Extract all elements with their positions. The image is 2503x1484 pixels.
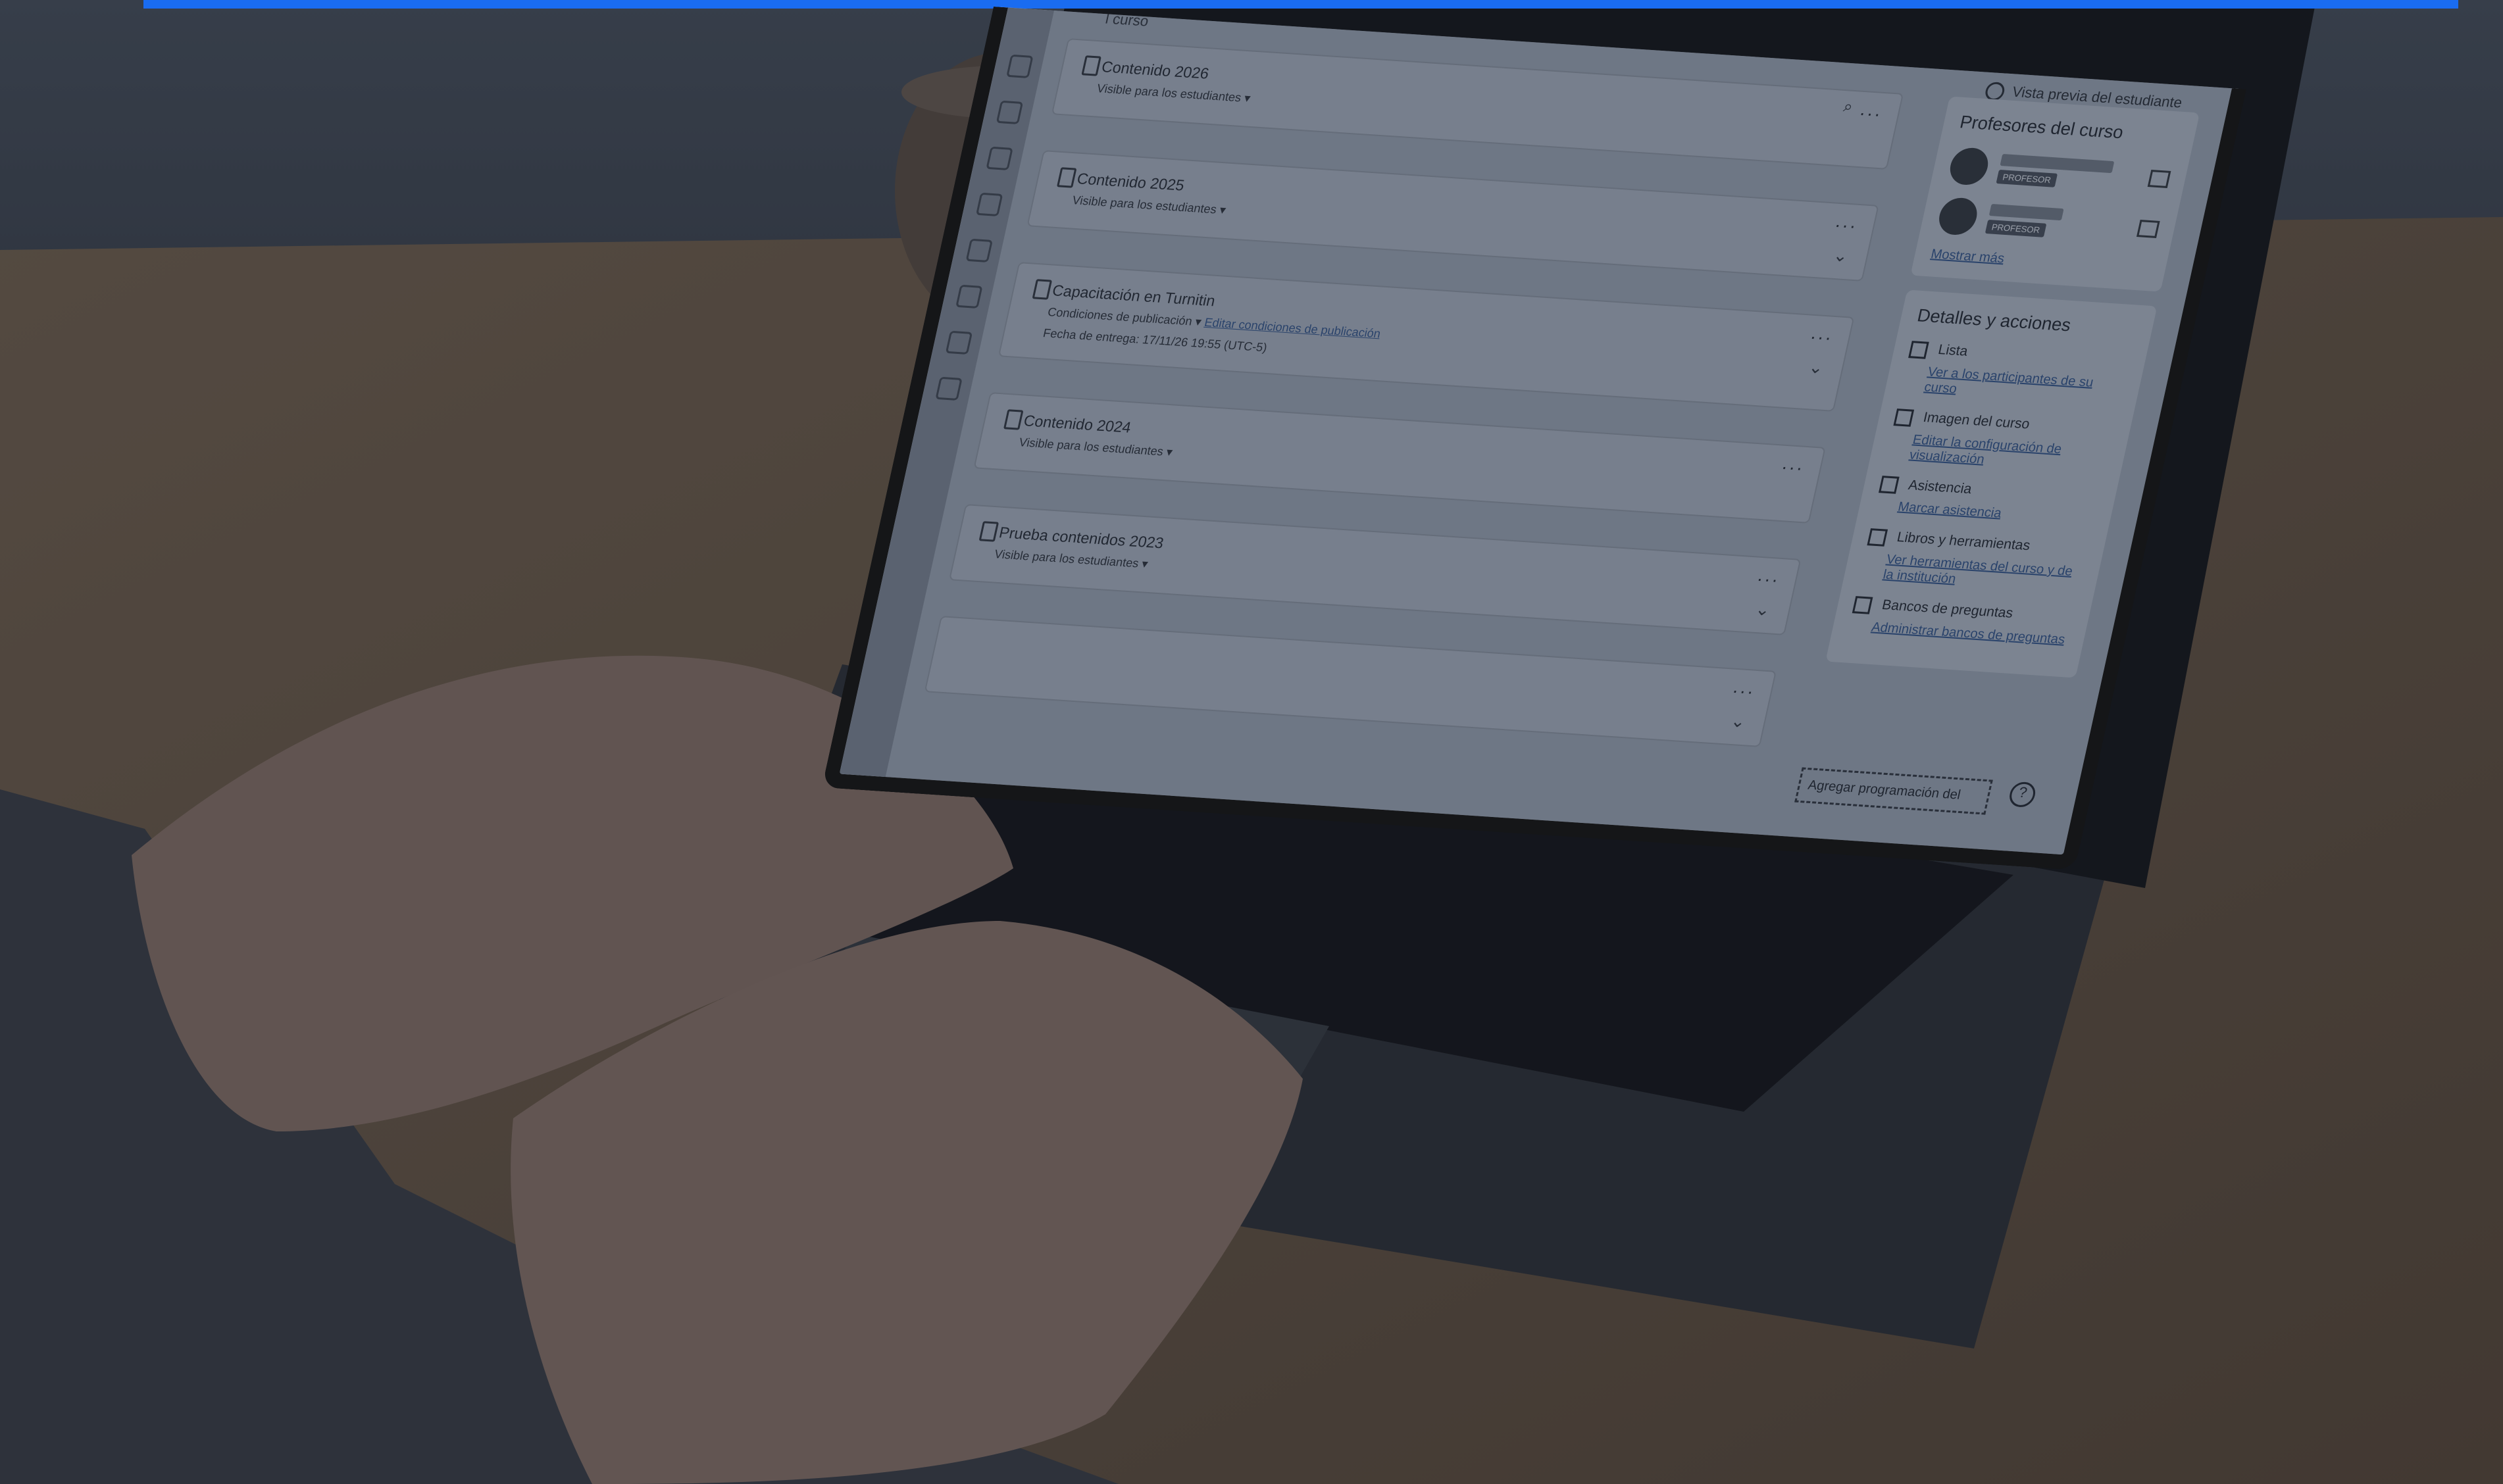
visibility-toggle[interactable]: Visible para los estudiantes ▾ xyxy=(1096,82,1252,105)
teacher-name-blurred xyxy=(1988,203,2064,220)
folder-icon xyxy=(978,521,999,542)
laptop-screen: l curso Vista previa del estudiante Cont… xyxy=(813,7,2336,918)
action-course-image: Imagen del curso Editar la configuración… xyxy=(1886,408,2116,476)
module-title[interactable]: Contenido 2026 xyxy=(1100,58,1211,83)
module-title[interactable]: Contenido 2024 xyxy=(1022,412,1132,437)
profile-icon[interactable] xyxy=(945,330,973,355)
teachers-card: Profesores del curso PROFESOR PROFESOR M… xyxy=(1910,96,2200,292)
help-icon[interactable]: ? xyxy=(2007,781,2038,808)
calendar-icon[interactable] xyxy=(986,146,1013,171)
action-label: Asistencia xyxy=(1907,477,1973,497)
folder-icon xyxy=(1056,167,1077,188)
module-item[interactable]: Capacitación en Turnitin Condiciones de … xyxy=(998,262,1855,412)
module-item[interactable]: Contenido 2026 Visible para los estudian… xyxy=(1051,38,1904,170)
teacher-row: PROFESOR xyxy=(1946,147,2173,198)
top-accent-bar xyxy=(143,0,2458,9)
mail-icon[interactable] xyxy=(2136,220,2160,238)
module-item[interactable]: ··· ⌄ xyxy=(924,616,1777,747)
teachers-title: Profesores del curso xyxy=(1958,112,2125,143)
role-badge: PROFESOR xyxy=(1996,169,2058,187)
details-card: Detalles y acciones Lista Ver a los part… xyxy=(1825,289,2158,678)
add-schedule-button[interactable]: Agregar programación del xyxy=(1794,767,1993,815)
visibility-toggle[interactable]: Visible para los estudiantes ▾ xyxy=(1071,193,1227,217)
teacher-name-blurred xyxy=(2000,153,2115,173)
tools-icon[interactable] xyxy=(955,284,983,309)
visibility-toggle[interactable]: Visible para los estudiantes ▾ xyxy=(993,547,1149,571)
action-link[interactable]: Administrar bancos de preguntas xyxy=(1870,620,2069,648)
folder-icon xyxy=(1003,409,1024,430)
module-item[interactable]: Prueba contenidos 2023 Visible para los … xyxy=(948,504,1802,635)
module-title[interactable]: Prueba contenidos 2023 xyxy=(998,524,1165,552)
action-label: Imagen del curso xyxy=(1921,409,2031,432)
question-bank-icon xyxy=(1852,595,1873,614)
tools-icon xyxy=(1867,528,1888,547)
folder-icon xyxy=(1081,55,1101,76)
more-icon[interactable]: ··· xyxy=(1754,568,1782,591)
content-list: Contenido 2026 Visible para los estudian… xyxy=(917,38,1904,783)
attendance-icon xyxy=(1878,476,1900,495)
module-title[interactable]: Capacitación en Turnitin xyxy=(1051,282,1217,310)
more-icon[interactable]: ··· xyxy=(1857,103,1884,125)
module-item[interactable]: Contenido 2025 Visible para los estudian… xyxy=(1026,150,1879,282)
courses-icon[interactable] xyxy=(996,100,1024,125)
edit-conditions-link[interactable]: Editar condiciones de publicación xyxy=(1203,316,1382,341)
more-icon[interactable]: ··· xyxy=(1833,214,1859,237)
release-conditions-label[interactable]: Condiciones de publicación ▾ xyxy=(1046,305,1203,328)
role-badge: PROFESOR xyxy=(1985,219,2047,237)
teacher-row: PROFESOR xyxy=(1935,197,2162,248)
rocket-icon xyxy=(1032,279,1053,300)
logout-icon[interactable] xyxy=(935,376,963,401)
action-label: Libros y herramientas xyxy=(1895,530,2032,554)
chevron-down-icon[interactable]: ⌄ xyxy=(1807,357,1825,378)
more-icon[interactable]: ··· xyxy=(1808,326,1835,349)
action-link[interactable]: Editar la configuración de visualización xyxy=(1908,432,2111,476)
module-title[interactable]: Contenido 2025 xyxy=(1075,170,1186,195)
chevron-down-icon[interactable]: ⌄ xyxy=(1729,710,1748,731)
more-icon[interactable]: ··· xyxy=(1730,680,1757,703)
avatar xyxy=(1946,147,1992,186)
avatar xyxy=(1935,197,1981,236)
action-tools: Libros y herramientas Ver herramientas d… xyxy=(1859,528,2089,595)
action-link[interactable]: Marcar asistencia xyxy=(1896,500,2096,528)
messages-icon[interactable] xyxy=(975,192,1003,217)
image-icon xyxy=(1893,408,1915,427)
globe-icon[interactable] xyxy=(1006,54,1034,79)
mail-icon[interactable] xyxy=(2147,170,2171,188)
action-label: Bancos de preguntas xyxy=(1881,597,2015,622)
chevron-down-icon[interactable]: ⌄ xyxy=(1754,599,1772,620)
course-page: l curso Vista previa del estudiante Cont… xyxy=(821,7,2247,870)
action-link[interactable]: Ver herramientas del curso y de la insti… xyxy=(1881,552,2084,595)
action-roster: Lista Ver a los participantes de su curs… xyxy=(1900,340,2131,408)
show-more-link[interactable]: Mostrar más xyxy=(1929,247,2006,266)
search-icon[interactable]: ⌕ xyxy=(1842,97,1854,116)
action-attendance: Asistencia Marcar asistencia xyxy=(1874,476,2101,528)
grades-icon[interactable] xyxy=(965,238,993,263)
chevron-down-icon[interactable]: ⌄ xyxy=(1831,245,1850,266)
module-item[interactable]: Contenido 2024 Visible para los estudian… xyxy=(973,392,1826,524)
action-label: Lista xyxy=(1936,341,1969,359)
action-link[interactable]: Ver a los participantes de su curso xyxy=(1923,364,2125,408)
action-question-banks: Bancos de preguntas Administrar bancos d… xyxy=(1848,595,2075,648)
roster-icon xyxy=(1908,340,1929,359)
visibility-toggle[interactable]: Visible para los estudiantes ▾ xyxy=(1018,435,1174,459)
details-title: Detalles y acciones xyxy=(1915,305,2073,335)
more-icon[interactable]: ··· xyxy=(1779,457,1806,479)
